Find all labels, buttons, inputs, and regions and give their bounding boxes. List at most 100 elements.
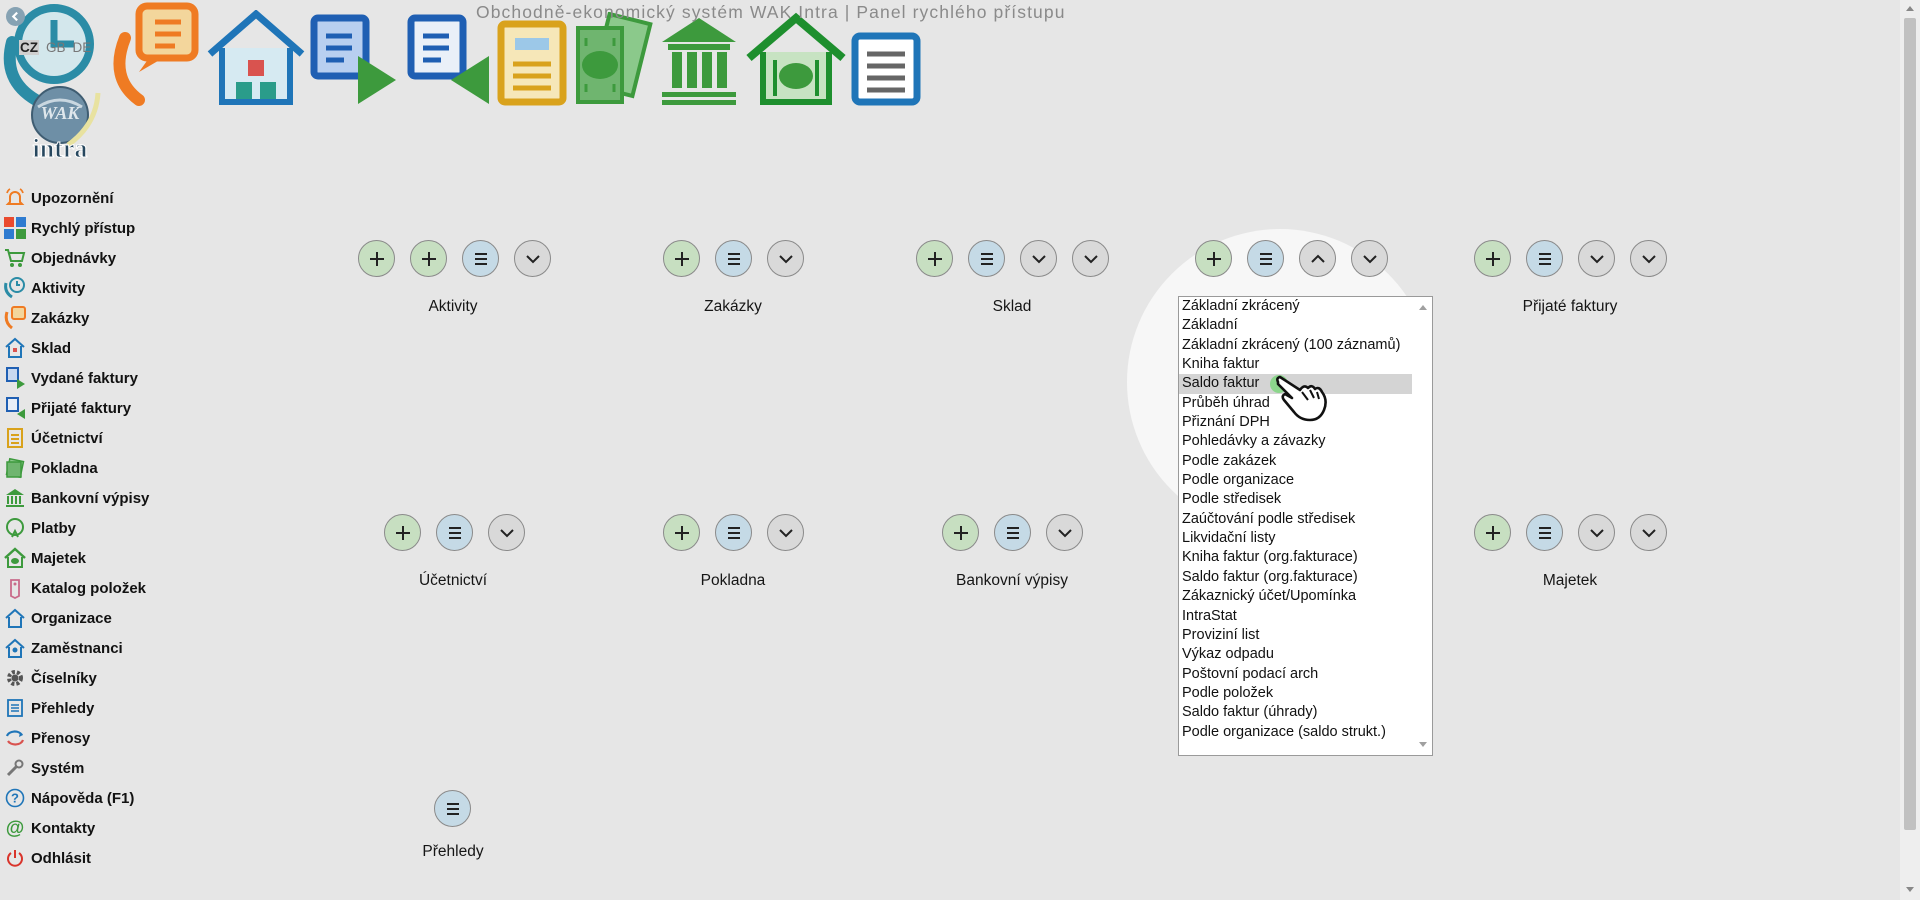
aktivity-list-button[interactable] — [462, 240, 499, 277]
dropdown-option[interactable]: Saldo faktur (úhrady) — [1179, 703, 1412, 722]
prijate-expand-button-2[interactable] — [1630, 240, 1667, 277]
sidebar-item-majetek[interactable]: Majetek — [3, 543, 233, 573]
prehledy-list-button[interactable] — [434, 790, 471, 827]
sidebar-item-pokladna[interactable]: Pokladna — [3, 453, 233, 483]
scroll-up-icon[interactable] — [1905, 4, 1915, 12]
dropdown-option[interactable]: Pohledávky a závazky — [1179, 432, 1412, 451]
vydane-collapse-button[interactable] — [1299, 240, 1336, 277]
dropdown-option[interactable]: Saldo faktur (org.fakturace) — [1179, 568, 1412, 587]
dropdown-option[interactable]: Podle položek — [1179, 684, 1412, 703]
pokladna-list-button[interactable] — [715, 514, 752, 551]
dropdown-option[interactable]: Likvidační listy — [1179, 529, 1412, 548]
majetek-list-button[interactable] — [1526, 514, 1563, 551]
sidebar-item-prehledy[interactable]: Přehledy — [3, 693, 233, 723]
prijate-expand-button[interactable] — [1578, 240, 1615, 277]
vydane-add-button[interactable] — [1195, 240, 1232, 277]
dropdown-option[interactable]: Poštovní podací arch — [1179, 665, 1412, 684]
dropdown-option[interactable]: Podle organizace (saldo strukt.) — [1179, 723, 1412, 742]
bankovni-add-button[interactable] — [942, 514, 979, 551]
pokladna-expand-button[interactable] — [767, 514, 804, 551]
wak-intra-logo[interactable]: WAK intra — [18, 85, 104, 161]
cash-icon[interactable] — [572, 11, 654, 106]
dropdown-scrollbar[interactable] — [1414, 297, 1432, 755]
sidebar-item-napoveda[interactable]: ? Nápověda (F1) — [3, 783, 233, 813]
sidebar-item-kontakty[interactable]: @ Kontakty — [3, 813, 233, 843]
lang-cz[interactable]: CZ — [19, 40, 39, 55]
back-button[interactable] — [6, 7, 25, 26]
overview-icon[interactable] — [851, 32, 921, 106]
sidebar-item-ciselniky[interactable]: Číselníky — [3, 663, 233, 693]
vydane-list-button[interactable] — [1247, 240, 1284, 277]
zakazky-list-button[interactable] — [715, 240, 752, 277]
aktivity-add-button-2[interactable] — [410, 240, 447, 277]
dropdown-option[interactable]: Podle organizace — [1179, 471, 1412, 490]
bankovni-list-button[interactable] — [994, 514, 1031, 551]
dropdown-option[interactable]: Zákaznický účet/Upomínka — [1179, 587, 1412, 606]
property-icon[interactable] — [745, 12, 847, 106]
sidebar-item-sklad[interactable]: Sklad — [3, 333, 233, 363]
majetek-expand-button[interactable] — [1578, 514, 1615, 551]
dropdown-option[interactable]: Základní zkrácený — [1179, 297, 1412, 316]
dropdown-option[interactable]: Podle zakázek — [1179, 452, 1412, 471]
scroll-down-icon[interactable] — [1905, 886, 1915, 894]
sklad-expand-button[interactable] — [1020, 240, 1057, 277]
invoice-in-icon[interactable] — [407, 14, 493, 106]
lang-de[interactable]: DE — [73, 40, 92, 55]
sidebar-item-aktivity[interactable]: Aktivity — [3, 273, 233, 303]
sidebar-item-prenosy[interactable]: Přenosy — [3, 723, 233, 753]
dropdown-option[interactable]: Základní — [1179, 316, 1412, 335]
sidebar-item-objednavky[interactable]: Objednávky — [3, 243, 233, 273]
sidebar-item-zamestnanci[interactable]: Zaměstnanci — [3, 633, 233, 663]
ucetnictvi-expand-button[interactable] — [488, 514, 525, 551]
majetek-add-button[interactable] — [1474, 514, 1511, 551]
sidebar-item-label: Rychlý přístup — [31, 219, 136, 237]
aktivity-add-button[interactable] — [358, 240, 395, 277]
bankovni-expand-button[interactable] — [1046, 514, 1083, 551]
zakazky-expand-button[interactable] — [767, 240, 804, 277]
bank-icon[interactable] — [658, 14, 740, 106]
vydane-expand-button[interactable] — [1351, 240, 1388, 277]
pokladna-add-button[interactable] — [663, 514, 700, 551]
sidebar-item-system[interactable]: Systém — [3, 753, 233, 783]
phone-note-icon[interactable] — [109, 2, 201, 106]
sklad-list-button[interactable] — [968, 240, 1005, 277]
invoice-out-icon[interactable] — [310, 14, 402, 106]
sidebar-item-upozorneni[interactable]: Upozornění — [3, 183, 233, 213]
dropdown-option[interactable]: IntraStat — [1179, 607, 1412, 626]
sidebar-item-vydane-faktury[interactable]: Vydané faktury — [3, 363, 233, 393]
prijate-add-button[interactable] — [1474, 240, 1511, 277]
ledger-icon[interactable] — [497, 20, 567, 106]
warehouse-icon[interactable] — [206, 9, 306, 106]
majetek-expand-button-2[interactable] — [1630, 514, 1667, 551]
help-icon: ? — [5, 788, 25, 808]
aktivity-expand-button[interactable] — [514, 240, 551, 277]
ucetnictvi-list-button[interactable] — [436, 514, 473, 551]
scroll-down-icon[interactable] — [1419, 742, 1427, 747]
dropdown-option[interactable]: Podle středisek — [1179, 490, 1412, 509]
dropdown-option[interactable]: Kniha faktur (org.fakturace) — [1179, 548, 1412, 567]
prijate-list-button[interactable] — [1526, 240, 1563, 277]
vydane-report-dropdown[interactable]: Základní zkrácený Základní Základní zkrá… — [1178, 296, 1433, 756]
dropdown-option[interactable]: Základní zkrácený (100 záznamů) — [1179, 336, 1412, 355]
lang-gb[interactable]: GB — [46, 40, 66, 55]
sidebar-item-bankovni-vypisy[interactable]: Bankovní výpisy — [3, 483, 233, 513]
page-scrollbar[interactable] — [1900, 0, 1920, 900]
sklad-add-button[interactable] — [916, 240, 953, 277]
sidebar-item-platby[interactable]: Platby — [3, 513, 233, 543]
sidebar-item-label: Systém — [31, 759, 85, 777]
scroll-up-icon[interactable] — [1419, 305, 1427, 310]
ucetnictvi-add-button[interactable] — [384, 514, 421, 551]
page-scroll-thumb[interactable] — [1904, 18, 1916, 830]
sidebar-item-katalog-polozek[interactable]: Katalog položek — [3, 573, 233, 603]
sidebar-item-odhlasit[interactable]: Odhlásit — [3, 843, 233, 873]
dropdown-option[interactable]: Zaúčtování podle středisek — [1179, 510, 1412, 529]
sklad-expand-button-2[interactable] — [1072, 240, 1109, 277]
dropdown-option[interactable]: Proviziní list — [1179, 626, 1412, 645]
sidebar-item-prijate-faktury[interactable]: Přijaté faktury — [3, 393, 233, 423]
dropdown-option[interactable]: Výkaz odpadu — [1179, 645, 1412, 664]
sidebar-item-organizace[interactable]: Organizace — [3, 603, 233, 633]
sidebar-item-ucetnictvi[interactable]: Účetnictví — [3, 423, 233, 453]
zakazky-add-button[interactable] — [663, 240, 700, 277]
sidebar-item-zakazky[interactable]: Zakázky — [3, 303, 233, 333]
sidebar-item-rychly-pristup[interactable]: Rychlý přístup — [3, 213, 233, 243]
